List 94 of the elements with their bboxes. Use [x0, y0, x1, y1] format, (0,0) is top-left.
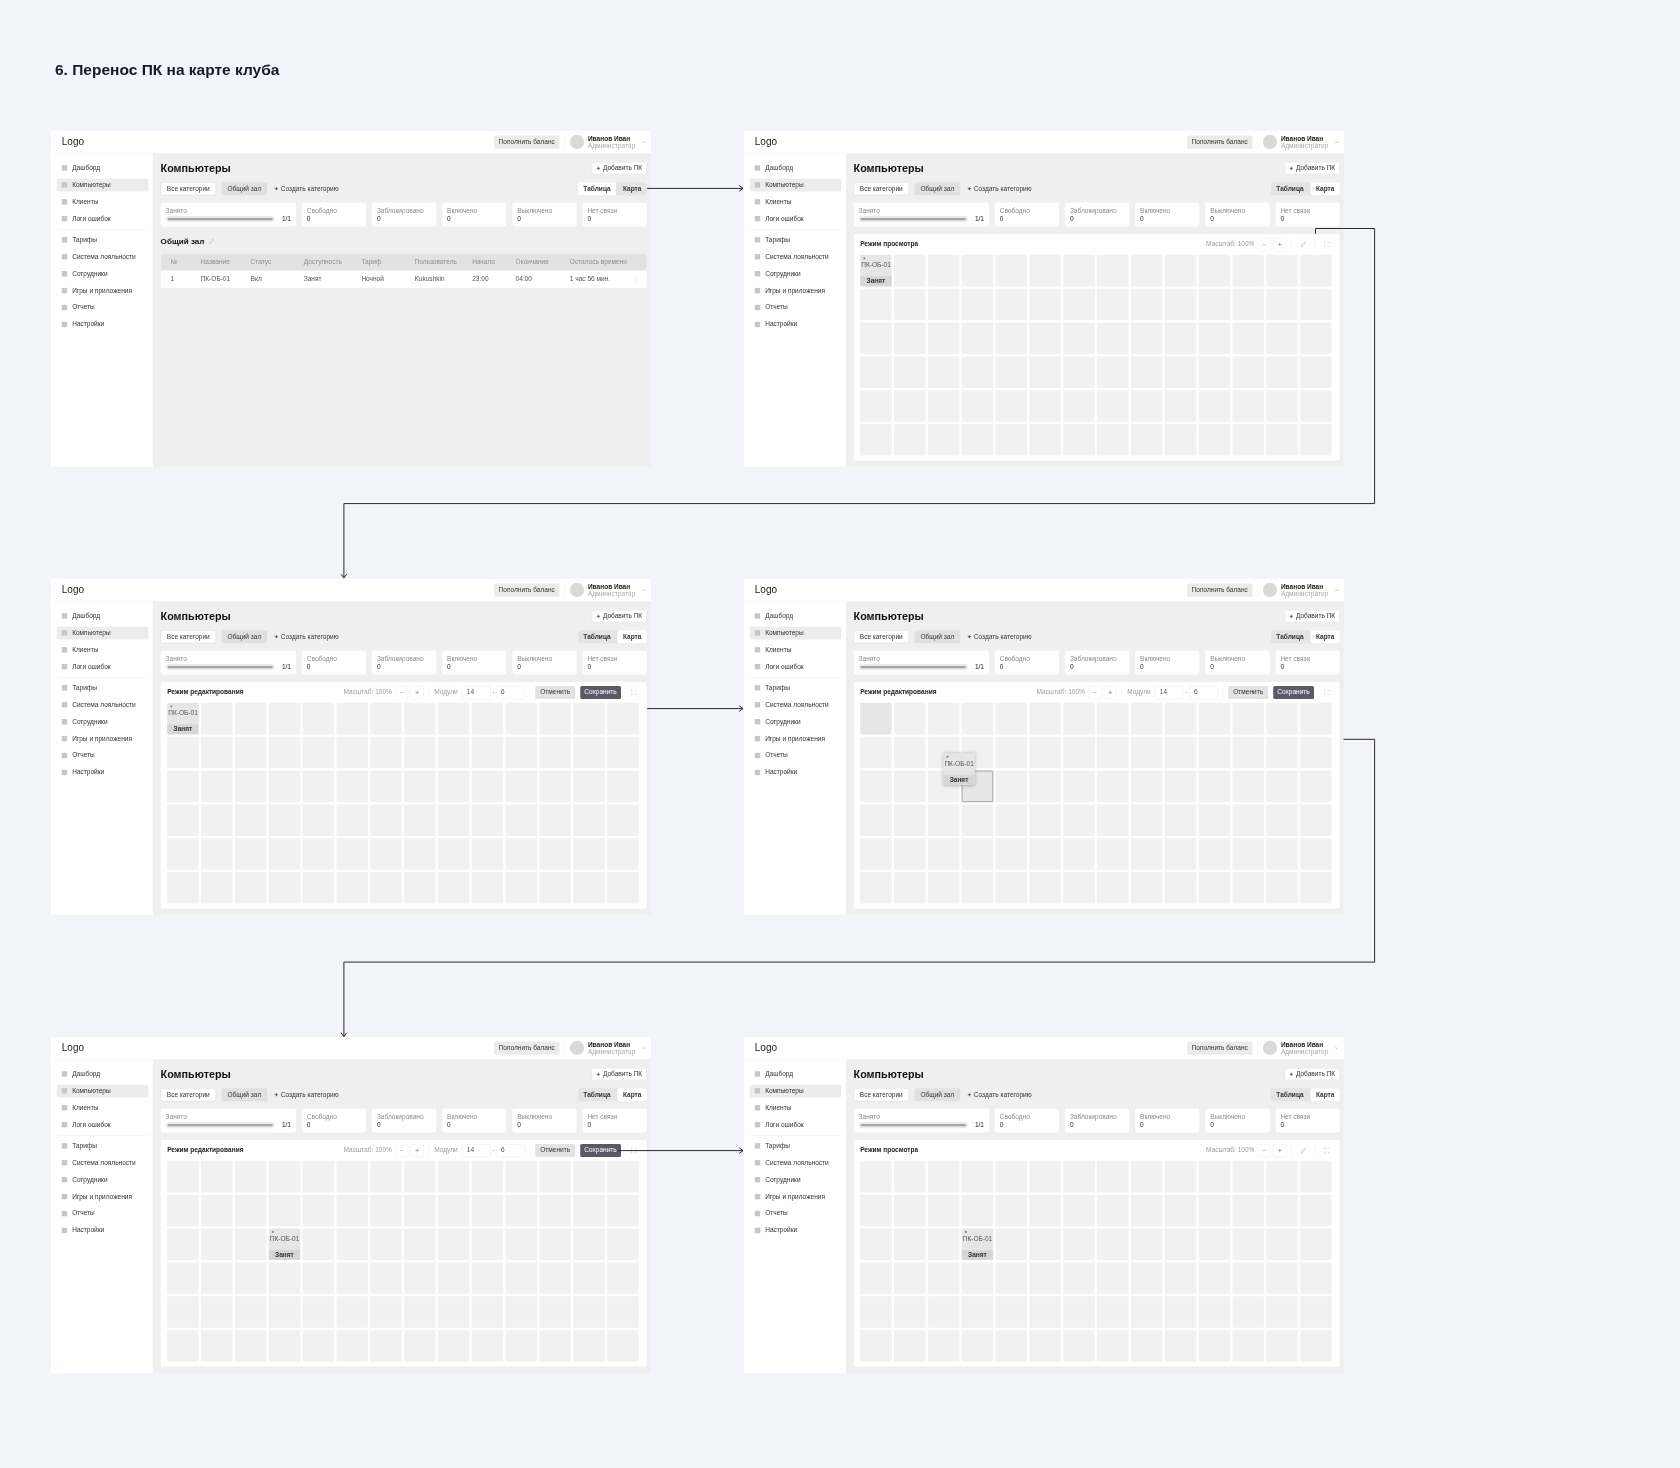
page-heading: Компьютеры	[161, 1068, 232, 1081]
square-icon	[62, 253, 68, 259]
section-title: Общий зал	[161, 236, 205, 246]
square-icon	[62, 1193, 68, 1200]
logo: Logo	[62, 583, 85, 596]
square-icon	[754, 270, 760, 276]
square-icon	[62, 684, 68, 690]
square-icon	[62, 1071, 68, 1077]
square-icon	[754, 1088, 760, 1094]
square-icon	[754, 215, 760, 222]
square-icon	[62, 198, 68, 205]
square-icon	[62, 1088, 68, 1094]
page-heading: Компьютеры	[853, 1068, 924, 1081]
zoom-in-button[interactable]	[1103, 685, 1117, 699]
logo: Logo	[754, 135, 777, 148]
square-icon	[62, 287, 68, 293]
square-icon	[62, 1227, 68, 1233]
square-icon	[62, 701, 68, 707]
square-icon	[62, 1159, 68, 1166]
square-icon	[754, 735, 760, 741]
logo: Logo	[62, 1041, 85, 1054]
avatar-icon	[570, 1040, 585, 1056]
square-icon	[754, 612, 760, 619]
square-icon	[754, 701, 760, 707]
square-icon	[62, 735, 68, 741]
square-icon	[754, 164, 760, 171]
square-icon	[62, 663, 68, 669]
page-heading: Компьютеры	[161, 609, 232, 622]
square-icon	[62, 769, 68, 775]
avatar-icon	[1262, 134, 1277, 149]
square-icon	[754, 287, 760, 293]
square-icon	[754, 1142, 760, 1149]
square-icon	[754, 1159, 760, 1166]
zoom-in-button[interactable]	[1272, 237, 1286, 251]
zoom-out-button[interactable]	[1257, 1143, 1271, 1157]
square-icon	[62, 164, 68, 171]
zoom-out-button[interactable]	[1257, 237, 1271, 251]
status-dot-icon	[862, 256, 866, 260]
square-icon	[62, 1176, 68, 1183]
square-icon	[754, 769, 760, 775]
square-icon	[62, 1210, 68, 1216]
status-dot-icon	[170, 704, 173, 708]
square-icon	[62, 1142, 68, 1149]
square-icon	[754, 629, 760, 636]
avatar-icon	[570, 134, 585, 149]
square-icon	[754, 1210, 760, 1216]
square-icon	[62, 612, 68, 619]
square-icon	[754, 181, 760, 188]
square-icon	[62, 1121, 68, 1128]
zoom-in-button[interactable]	[1272, 1143, 1286, 1157]
square-icon	[62, 321, 68, 327]
square-icon	[754, 646, 760, 653]
square-icon	[62, 181, 68, 188]
square-icon	[62, 236, 68, 243]
square-icon	[62, 646, 68, 653]
square-icon	[754, 321, 760, 327]
square-icon	[754, 1071, 760, 1077]
zoom-out-button[interactable]	[1087, 685, 1101, 699]
square-icon	[754, 684, 760, 690]
square-icon	[754, 1227, 760, 1233]
square-icon	[62, 270, 68, 276]
status-dot-icon	[945, 755, 949, 758]
square-icon	[62, 215, 68, 222]
zoom-in-button[interactable]	[411, 685, 425, 699]
square-icon	[754, 304, 760, 310]
square-icon	[754, 1105, 760, 1111]
square-icon	[754, 663, 760, 669]
logo: Logo	[62, 135, 85, 148]
zoom-out-button[interactable]	[395, 1143, 409, 1157]
square-icon	[62, 718, 68, 724]
square-icon	[754, 236, 760, 243]
square-icon	[754, 1121, 760, 1128]
square-icon	[754, 752, 760, 758]
square-icon	[754, 1193, 760, 1200]
avatar-icon	[1262, 582, 1277, 597]
zoom-in-button[interactable]	[411, 1143, 425, 1157]
logo: Logo	[754, 1041, 777, 1054]
zoom-out-button[interactable]	[395, 685, 409, 699]
square-icon	[754, 718, 760, 724]
page-title: 6. Перенос ПК на карте клуба	[55, 60, 280, 80]
square-icon	[62, 304, 68, 310]
avatar-icon	[570, 582, 585, 597]
square-icon	[62, 629, 68, 636]
avatar-icon	[1262, 1040, 1277, 1056]
page-heading: Компьютеры	[853, 161, 924, 174]
page-heading: Компьютеры	[853, 609, 924, 622]
square-icon	[754, 198, 760, 205]
logo: Logo	[754, 583, 777, 596]
drag-origin-cell	[859, 702, 892, 734]
square-icon	[62, 752, 68, 758]
square-icon	[754, 1176, 760, 1183]
page-heading: Компьютеры	[161, 161, 232, 174]
square-icon	[62, 1105, 68, 1111]
square-icon	[754, 253, 760, 259]
